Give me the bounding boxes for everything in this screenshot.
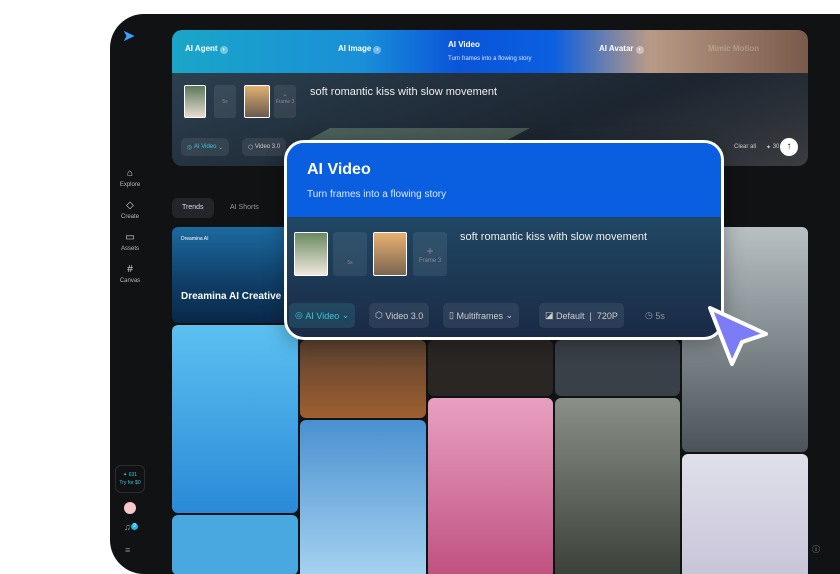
gallery-tile-cherry[interactable] bbox=[682, 454, 808, 574]
chevron-right-icon: › bbox=[635, 46, 644, 54]
sidebar-item-create[interactable]: ◇ Create bbox=[110, 200, 150, 220]
gallery-tile-steampunk[interactable] bbox=[300, 340, 426, 418]
duration-button[interactable]: ◷ 5s bbox=[639, 303, 671, 328]
help-icon[interactable]: ⓘ bbox=[812, 544, 820, 555]
banner-ai-video[interactable]: AI Video bbox=[448, 40, 480, 49]
frame-1-thumbnail[interactable] bbox=[294, 232, 328, 276]
banner-ai-agent[interactable]: AI Agent › bbox=[185, 44, 228, 54]
menu-icon[interactable]: ≡ bbox=[125, 545, 130, 555]
gallery-tile-hand[interactable] bbox=[428, 340, 553, 396]
prompt-text[interactable]: soft romantic kiss with slow movement bbox=[310, 86, 497, 98]
folder-icon: ▭ bbox=[125, 232, 135, 243]
card-header: AI Video Turn frames into a flowing stor… bbox=[287, 143, 721, 217]
banner-ai-image[interactable]: AI Image › bbox=[338, 44, 382, 54]
featured-brand: Dreamina AI bbox=[181, 236, 209, 242]
mode-dropdown[interactable]: ◎ AI Video ⌄ bbox=[289, 303, 356, 328]
model-button[interactable]: ⬡ Video 3.0 bbox=[242, 138, 287, 156]
gallery-tile-robot[interactable] bbox=[555, 340, 680, 396]
frame-2-thumbnail[interactable] bbox=[373, 232, 407, 276]
tab-ai-shorts[interactable]: AI Shorts bbox=[220, 198, 269, 218]
tab-trends[interactable]: Trends bbox=[172, 198, 214, 218]
sidebar-item-assets[interactable]: ▭ Assets bbox=[110, 232, 150, 252]
try-free-button[interactable]: ✦ 631 Try for $0 bbox=[115, 465, 145, 493]
home-icon: ⌂ bbox=[126, 168, 134, 179]
send-button[interactable]: ↑ bbox=[780, 138, 798, 156]
gallery-tile[interactable] bbox=[172, 515, 298, 574]
add-frame-3-slot[interactable]: + Frame 3 bbox=[413, 232, 447, 276]
notification-badge: 2 bbox=[131, 523, 138, 530]
banner-subtitle: Turn frames into a flowing story bbox=[448, 56, 532, 62]
dreamina-logo-icon[interactable]: ➤ bbox=[122, 26, 135, 46]
banner-ai-avatar[interactable]: AI Avatar › bbox=[599, 44, 644, 54]
card-prompt-text[interactable]: soft romantic kiss with slow movement bbox=[460, 231, 647, 243]
sidebar: ➤ ⌂ Explore ◇ Create ▭ Assets # Canvas ✦ 631… bbox=[110, 14, 170, 574]
card-subtitle: Turn frames into a flowing story bbox=[307, 189, 447, 200]
avatar[interactable] bbox=[124, 502, 136, 514]
ai-video-zoom-card: AI Video Turn frames into a flowing stor… bbox=[284, 140, 724, 340]
chevron-right-icon: › bbox=[373, 46, 382, 54]
card-title: AI Video bbox=[307, 161, 371, 178]
ratio-resolution-button[interactable]: ◪ Default | 720P bbox=[539, 303, 624, 328]
gallery-tile-store[interactable] bbox=[555, 398, 680, 574]
gallery-tile-cat-clouds[interactable] bbox=[300, 420, 426, 574]
frames-dropdown[interactable]: ▯ Multiframes ⌄ bbox=[443, 303, 520, 328]
frame-2-thumbnail[interactable] bbox=[244, 85, 270, 118]
gallery-tile-cat-pool[interactable] bbox=[172, 325, 298, 513]
canvas-icon: # bbox=[127, 264, 133, 275]
sidebar-item-explore[interactable]: ⌂ Explore bbox=[110, 168, 150, 188]
diamond-icon: ◇ bbox=[126, 200, 134, 211]
frame-1-thumbnail[interactable] bbox=[184, 85, 206, 118]
feature-banner: AI Agent › AI Image › AI Video Turn frames… bbox=[172, 30, 808, 76]
clear-all-button[interactable]: Clear all bbox=[728, 138, 762, 156]
add-frame-3-slot[interactable]: + Frame 3 bbox=[274, 85, 296, 118]
frame-duration-slot[interactable]: 5s bbox=[214, 85, 236, 118]
banner-mimic-motion[interactable]: Mimic Motion bbox=[708, 44, 759, 53]
frame-duration-slot[interactable]: 5s bbox=[333, 232, 367, 276]
featured-title: Dreamina AI Creative bbox=[181, 291, 282, 302]
mode-dropdown[interactable]: ◎ AI Video ⌄ bbox=[181, 138, 230, 156]
cursor-pointer-icon bbox=[708, 306, 768, 366]
gallery-tile-pink-robots[interactable] bbox=[428, 398, 553, 574]
bell-icon[interactable]: ♫ bbox=[124, 522, 131, 532]
featured-tile[interactable]: Dreamina AI Dreamina AI Creative bbox=[172, 227, 298, 323]
chevron-right-icon: › bbox=[219, 46, 228, 54]
model-button[interactable]: ⬡ Video 3.0 bbox=[369, 303, 430, 328]
sidebar-item-canvas[interactable]: # Canvas bbox=[110, 264, 150, 284]
